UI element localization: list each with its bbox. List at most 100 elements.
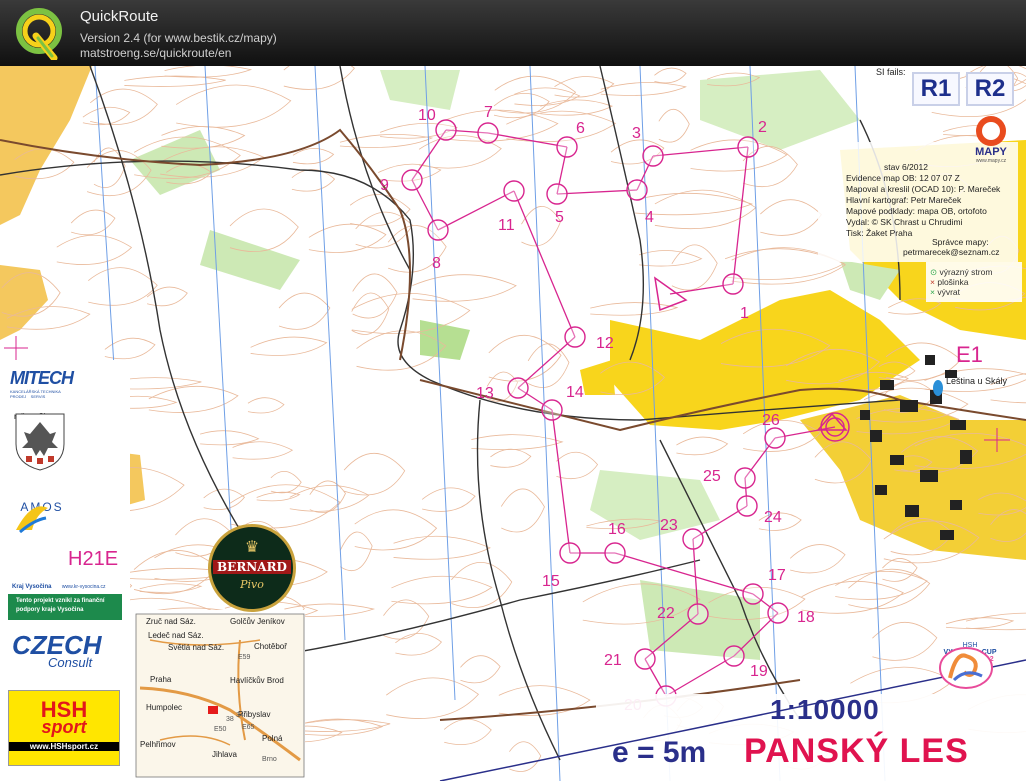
- control-13-number: 13: [476, 385, 494, 402]
- control-16-number: 16: [608, 521, 626, 538]
- app-title: QuickRoute: [80, 8, 159, 25]
- control-8-number: 8: [432, 255, 441, 272]
- control-12-number: 12: [596, 335, 614, 352]
- category-label: H21E: [68, 548, 119, 570]
- coat-of-arms-icon: [15, 413, 65, 471]
- legend-item-platform: × plošinka: [930, 277, 969, 287]
- control-19-circle[interactable]: [723, 645, 745, 667]
- control-1-circle[interactable]: [722, 273, 744, 295]
- control-22-number: 22: [657, 605, 675, 622]
- mitech-sub: KANCELÁŘSKÁ TECHNIKA PRODEJ SERVIS: [10, 389, 61, 399]
- control-1-number: 1: [740, 305, 749, 322]
- inset-town-label: Chotěboř: [254, 642, 287, 651]
- inset-town-label: Jihlava: [212, 750, 237, 759]
- vysocina-cup-logo: HSH VYSOČINA CUP LEŠTINA 2012: [936, 642, 1004, 689]
- sport-text: sport: [41, 717, 87, 737]
- inset-town-label: Polná: [262, 734, 283, 743]
- control-4-circle[interactable]: [626, 179, 648, 201]
- contour-interval: e = 5m: [612, 736, 707, 769]
- info-podklady: Mapové podklady: mapa OB, ortofoto: [846, 206, 987, 216]
- inset-town-label: Praha: [150, 675, 172, 684]
- control-17-circle[interactable]: [742, 583, 764, 605]
- control-14-circle[interactable]: [541, 399, 563, 421]
- legend-uprooted-label: vývrat: [937, 287, 961, 297]
- info-spravce: Správce mapy:: [932, 237, 989, 247]
- control-7-number: 7: [484, 104, 493, 121]
- control-23-circle[interactable]: [682, 528, 704, 550]
- bernard-text: BERNARD: [213, 560, 291, 574]
- amos-logo: AMOS: [12, 500, 72, 534]
- control-7-circle[interactable]: [477, 122, 499, 144]
- control-5-number: 5: [555, 209, 564, 226]
- info-kartograf: Hlavní kartograf: Petr Mareček: [846, 195, 962, 205]
- control-9-number: 9: [380, 177, 389, 194]
- mapy-logo: MAPY www.mapy.cz: [970, 116, 1012, 166]
- inset-town-label: E59: [238, 654, 251, 661]
- bernard-crown-icon: ♛: [244, 537, 260, 556]
- control-11-circle[interactable]: [503, 180, 525, 202]
- control-4-number: 4: [645, 209, 654, 226]
- mitech-logo: MITECH KANCELÁŘSKÁ TECHNIKA PRODEJ SERVI…: [10, 368, 74, 399]
- control-21-number: 21: [604, 652, 622, 669]
- control-15-number: 15: [542, 573, 560, 590]
- pond-icon: [933, 380, 943, 396]
- control-18-number: 18: [797, 609, 815, 626]
- control-15-circle[interactable]: [559, 542, 581, 564]
- inset-town-label: Golčův Jeníkov: [230, 617, 285, 626]
- r2-button[interactable]: R2: [966, 72, 1014, 106]
- legend-tree-label: výrazný strom: [939, 267, 993, 277]
- control-6-circle[interactable]: [556, 136, 578, 158]
- control-23-number: 23: [660, 517, 678, 534]
- inset-town-label: Havlíčkův Brod: [230, 676, 284, 685]
- inset-town-label: Ledeč nad Sáz.: [148, 631, 204, 640]
- control-25-circle[interactable]: [734, 467, 756, 489]
- control-18-circle[interactable]: [767, 602, 789, 624]
- control-3-circle[interactable]: [642, 145, 664, 167]
- control-2-circle[interactable]: [737, 136, 759, 158]
- info-evidence: Evidence map OB: 12 07 07 Z: [846, 173, 960, 183]
- start-label-e1: E1: [956, 342, 983, 367]
- inset-town-label: 34: [236, 712, 244, 719]
- bernard-logo: ♛ BERNARD Pivo: [208, 524, 296, 612]
- control-12-circle[interactable]: [564, 326, 586, 348]
- title-bar: QuickRoute Version 2.4 (for www.bestik.c…: [0, 0, 1026, 66]
- consult-text: Consult: [48, 655, 93, 670]
- control-13-circle[interactable]: [507, 377, 529, 399]
- czech-consult-logo: CZECH Consult: [12, 630, 122, 670]
- control-5-circle[interactable]: [546, 183, 568, 205]
- info-vydal: Vydal: © SK Chrast u Chrudimi: [846, 217, 963, 227]
- control-19-number: 19: [750, 663, 768, 680]
- kraj-vysocina-box: Kraj Vysočina www.kr-vysocina.cz Tento p…: [8, 574, 122, 620]
- kraj-url: www.kr-vysocina.cz: [61, 584, 106, 590]
- inset-town-label: E65: [242, 724, 255, 731]
- inset-town-label: E50: [214, 726, 227, 733]
- control-16-circle[interactable]: [604, 542, 626, 564]
- control-2-number: 2: [758, 119, 767, 136]
- mapy-url: www.mapy.cz: [975, 158, 1007, 164]
- map-name: PANSKÝ LES: [744, 732, 969, 770]
- inset-town-label: Světlá nad Sáz.: [168, 643, 225, 652]
- orienteering-map[interactable]: 1234567891011121314151617181920212223242…: [0, 66, 1026, 781]
- village-label: Leština u Skály: [946, 376, 1008, 386]
- r1-button[interactable]: R1: [912, 72, 960, 106]
- control-22-circle[interactable]: [687, 603, 709, 625]
- cup-emblem-icon: [939, 647, 993, 689]
- kraj-title: Kraj Vysočina: [12, 584, 52, 590]
- hsh-url: www.HSHsport.cz: [9, 742, 119, 751]
- app-url: matstroeng.se/quickroute/en: [80, 46, 232, 60]
- chrast-coat-of-arms: město Chrast: [14, 412, 70, 471]
- control-24-circle[interactable]: [736, 495, 758, 517]
- control-26-number: 26: [762, 412, 780, 429]
- control-21-circle[interactable]: [634, 648, 656, 670]
- control-10-circle[interactable]: [435, 119, 457, 141]
- legend-item-uprooted: × vývrat: [930, 287, 961, 297]
- control-10-number: 10: [418, 107, 436, 124]
- info-mapoval: Mapoval a kreslil (OCAD 10): P. Mareček: [846, 184, 1001, 194]
- control-9-circle[interactable]: [401, 169, 423, 191]
- control-8-circle[interactable]: [427, 219, 449, 241]
- inset-town-label: 38: [226, 716, 234, 723]
- info-stav: stav 6/2012: [884, 162, 928, 172]
- control-14-number: 14: [566, 384, 584, 401]
- inset-town-label: Humpolec: [146, 703, 183, 712]
- control-26-circle[interactable]: [764, 427, 786, 449]
